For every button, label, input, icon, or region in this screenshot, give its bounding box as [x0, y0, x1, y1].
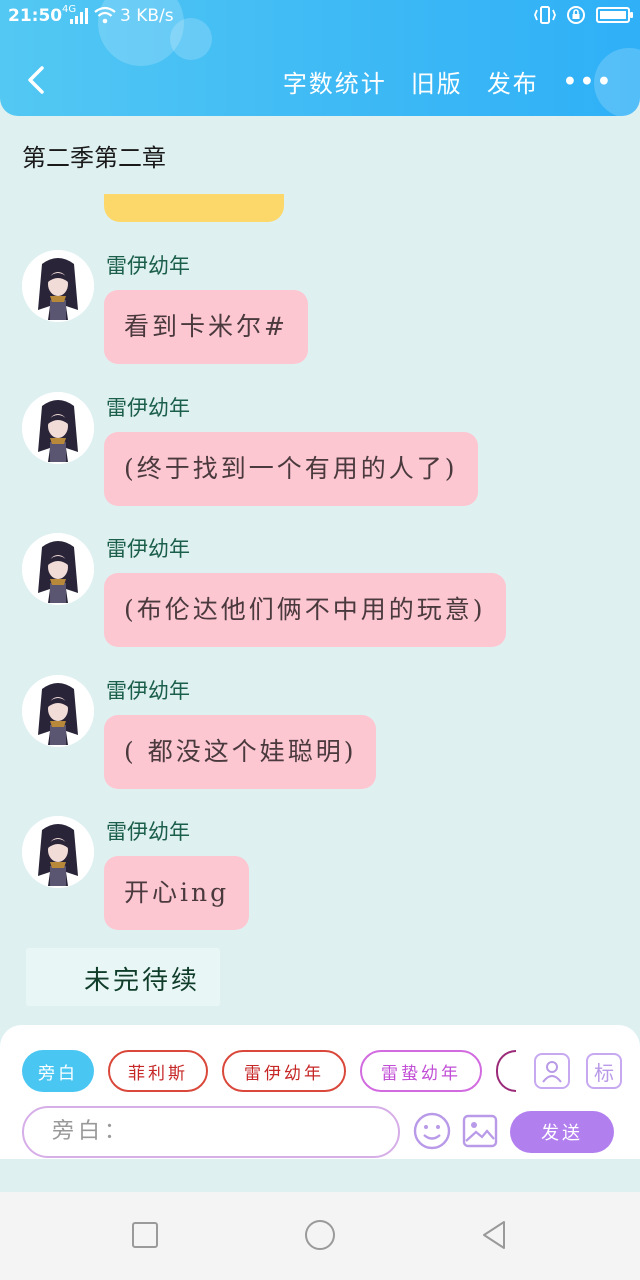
message-input[interactable]: 旁白：	[22, 1106, 400, 1158]
chevron-left-icon[interactable]	[18, 60, 58, 100]
message-bubble[interactable]: (布伦达他们俩不中用的玩意)	[104, 573, 506, 647]
character-avatar-icon	[22, 816, 94, 888]
character-avatar-icon	[22, 250, 94, 322]
character-avatar-icon	[22, 392, 94, 464]
chapter-title: 第二季第二章	[22, 144, 166, 172]
compose-panel: 旁白 菲利斯 雷伊幼年 雷蛰幼年 标 旁白： 发送	[0, 1025, 640, 1159]
back-triangle-icon[interactable]	[478, 1218, 512, 1252]
image-icon[interactable]	[460, 1111, 500, 1151]
tag-button[interactable]: 标	[586, 1053, 622, 1089]
battery-level	[600, 11, 626, 19]
status-time: 21:50	[8, 6, 63, 26]
send-button[interactable]: 发送	[510, 1111, 614, 1153]
message-bubble[interactable]: (终于找到一个有用的人了)	[104, 432, 478, 506]
smiley-icon[interactable]	[412, 1111, 452, 1151]
to-be-continued-text: 未完待续	[84, 966, 201, 996]
person-icon	[542, 1061, 562, 1083]
system-nav-bar	[0, 1192, 640, 1280]
role-chip-leiyi-youth[interactable]: 雷伊幼年	[222, 1050, 346, 1092]
signal-icon	[70, 8, 88, 24]
person-card-icon[interactable]	[534, 1053, 570, 1089]
message-bubble[interactable]: 开心ing	[104, 856, 250, 930]
header-toolbar: 字数统计 旧版 发布 •••	[283, 64, 614, 99]
partial-message-bubble[interactable]	[104, 194, 284, 222]
role-chip-partial[interactable]	[496, 1050, 516, 1092]
vibrate-icon	[534, 6, 556, 24]
to-be-continued-note[interactable]: 未完待续	[26, 948, 220, 1006]
sender-name: 雷伊幼年	[106, 537, 190, 561]
lock-rotation-icon	[567, 6, 585, 24]
avatar[interactable]	[22, 816, 94, 888]
role-chip-leizhe-youth[interactable]: 雷蛰幼年	[360, 1050, 482, 1092]
old-version-button[interactable]: 旧版	[411, 64, 463, 99]
role-chip-narration[interactable]: 旁白	[22, 1050, 94, 1092]
message-bubble[interactable]: ( 都没这个娃聪明)	[104, 715, 377, 789]
recents-icon[interactable]	[128, 1218, 162, 1252]
sender-name: 雷伊幼年	[106, 679, 190, 703]
sender-name: 雷伊幼年	[106, 396, 190, 420]
home-icon[interactable]	[303, 1218, 337, 1252]
battery-icon	[596, 7, 633, 23]
more-icon[interactable]: •••	[563, 69, 614, 95]
sender-name: 雷伊幼年	[106, 820, 190, 844]
chat-area[interactable]: 雷伊幼年 看到卡米尔# 雷伊幼年 (终于找到一个有用的人了) 雷伊幼年 (布伦达…	[0, 170, 640, 1030]
word-count-button[interactable]: 字数统计	[283, 64, 387, 99]
avatar[interactable]	[22, 392, 94, 464]
character-avatar-icon	[22, 675, 94, 747]
role-chip-feilisi[interactable]: 菲利斯	[108, 1050, 208, 1092]
status-bar: 21:50 4G 3 KB/s	[0, 0, 640, 34]
status-icons	[534, 5, 633, 25]
avatar[interactable]	[22, 675, 94, 747]
avatar[interactable]	[22, 533, 94, 605]
avatar[interactable]	[22, 250, 94, 322]
network-speed: 3 KB/s	[120, 6, 174, 26]
sender-name: 雷伊幼年	[106, 254, 190, 278]
app-header: 21:50 4G 3 KB/s 字数统计 旧版 发布 •••	[0, 0, 640, 116]
message-bubble[interactable]: 看到卡米尔#	[104, 290, 308, 364]
character-avatar-icon	[22, 533, 94, 605]
wifi-icon	[94, 6, 116, 24]
publish-button[interactable]: 发布	[487, 64, 539, 99]
